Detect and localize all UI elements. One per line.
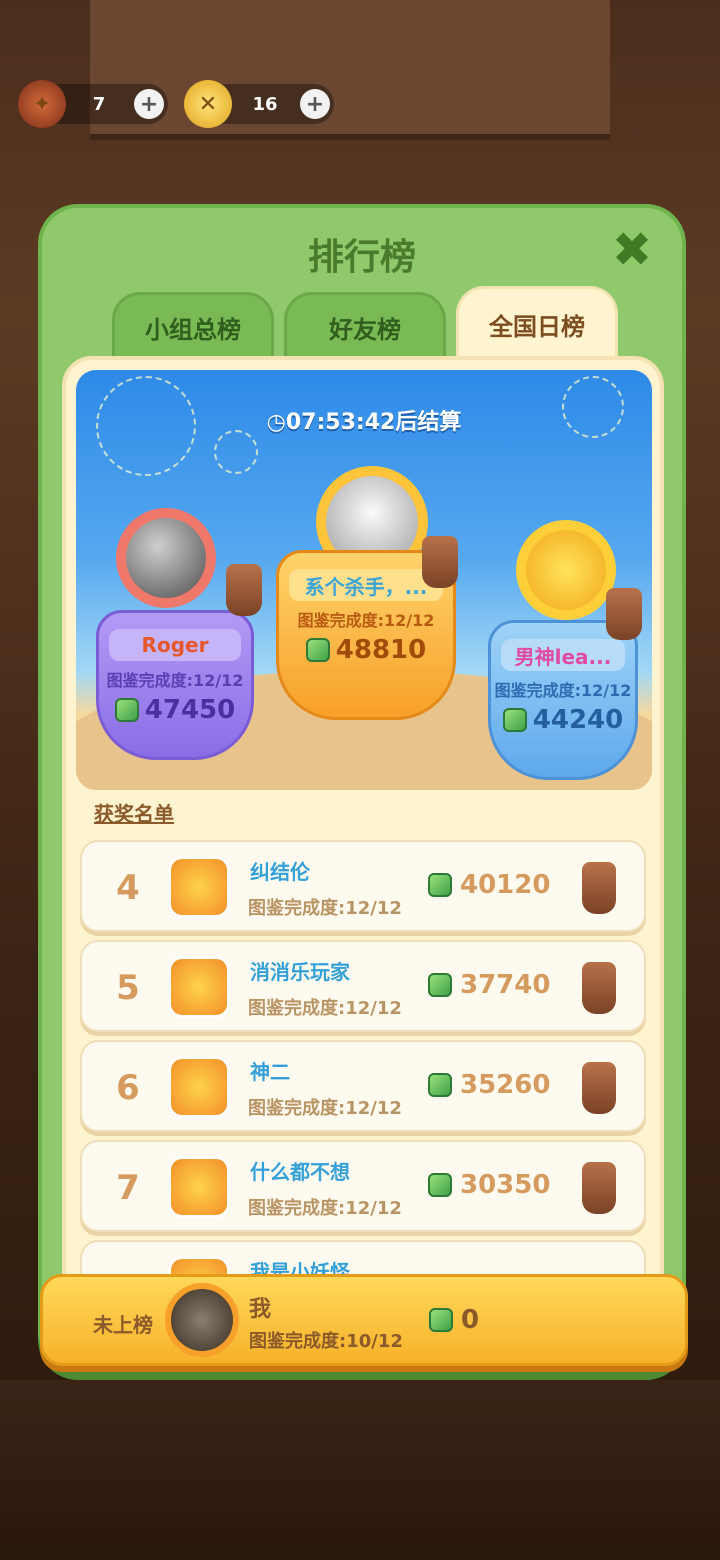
- player-score-row: 30350: [428, 1170, 550, 1200]
- coin-count: 16: [252, 93, 278, 115]
- my-score: 0: [461, 1305, 480, 1335]
- rank2-score: 47450: [144, 695, 236, 725]
- ranking-row[interactable]: 7 什么都不想 图鉴完成度:12/12 30350: [80, 1140, 646, 1232]
- my-rank-bar[interactable]: 未上榜 我 图鉴完成度:10/12 0: [40, 1274, 688, 1366]
- gem-icon: [305, 638, 330, 662]
- gem-icon: [428, 1173, 452, 1197]
- reward-badge-icon[interactable]: [606, 588, 642, 640]
- rank1-completion: 图鉴完成度:12/12: [297, 611, 435, 630]
- add-coin-button[interactable]: +: [300, 89, 330, 119]
- player-completion: 图鉴完成度:12/12: [248, 1198, 402, 1219]
- player-score: 30350: [460, 1170, 551, 1200]
- gem-icon: [429, 1308, 453, 1332]
- leaderboard-tabs: 小组总榜 好友榜 全国日榜: [112, 286, 618, 360]
- firecracker-count: 7: [92, 93, 106, 115]
- player-completion: 图鉴完成度:12/12: [248, 898, 402, 919]
- rank1-score: 48810: [335, 635, 427, 665]
- rank3-completion: 图鉴完成度:12/12: [494, 681, 632, 700]
- resource-bar: ✦ 7 + ✕ 16 +: [18, 80, 334, 128]
- countdown-timer: ◷07:53:42后结算: [266, 410, 462, 435]
- rank1-name: 系个杀手，...: [289, 569, 443, 601]
- my-completion: 图鉴完成度:10/12: [249, 1331, 403, 1352]
- reward-badge-icon[interactable]: [582, 962, 616, 1014]
- my-rank-label: 未上榜: [93, 1313, 153, 1337]
- my-name: 我: [249, 1297, 272, 1322]
- gem-icon: [428, 973, 452, 997]
- tab-friends[interactable]: 好友榜: [284, 292, 446, 360]
- ranking-row[interactable]: 4 纠结伦 图鉴完成度:12/12 40120: [80, 840, 646, 932]
- rank3-avatar[interactable]: [516, 520, 616, 620]
- player-name: 神二: [250, 1060, 290, 1084]
- gem-icon: [114, 698, 139, 722]
- rank2-avatar[interactable]: [116, 508, 216, 608]
- player-name: 纠结伦: [250, 860, 310, 884]
- rank-number: 6: [116, 1068, 140, 1108]
- player-name: 消消乐玩家: [250, 960, 350, 984]
- ranking-list: 4 纠结伦 图鉴完成度:12/12 40120 5 消消乐玩家 图鉴完成度:12…: [80, 840, 646, 1340]
- player-score: 35260: [460, 1070, 551, 1100]
- my-score-row: 0: [429, 1305, 479, 1335]
- gem-icon: [428, 1073, 452, 1097]
- leaderboard-modal: 排行榜 ✖ 小组总榜 好友榜 全国日榜 ◷07:53:42后结算 Roger 图…: [38, 204, 686, 1372]
- reward-badge-icon[interactable]: [582, 862, 616, 914]
- gem-icon: [428, 873, 452, 897]
- top-three-banner: ◷07:53:42后结算 Roger 图鉴完成度:12/12 47450 系个杀…: [76, 370, 652, 790]
- reward-badge-icon[interactable]: [582, 1162, 616, 1214]
- rank3-podium: 男神lea... 图鉴完成度:12/12 44240: [488, 620, 638, 780]
- player-completion: 图鉴完成度:12/12: [248, 998, 402, 1019]
- tab-national-daily[interactable]: 全国日榜: [456, 286, 618, 360]
- awards-list-link[interactable]: 获奖名单: [94, 798, 174, 827]
- my-avatar[interactable]: [165, 1283, 239, 1357]
- reward-badge-icon[interactable]: [422, 536, 458, 588]
- rank3-score-row: 44240: [491, 705, 635, 735]
- player-score: 37740: [460, 970, 551, 1000]
- rank-number: 5: [116, 968, 140, 1008]
- coin-icon: ✕: [184, 80, 232, 128]
- rank2-podium: Roger 图鉴完成度:12/12 47450: [96, 610, 254, 760]
- player-avatar[interactable]: [168, 956, 230, 1018]
- coin-resource: ✕ 16 +: [184, 80, 334, 128]
- rank3-name: 男神lea...: [501, 639, 625, 671]
- rank1-score-row: 48810: [279, 635, 453, 665]
- rank-number: 4: [116, 868, 140, 908]
- player-score-row: 40120: [428, 870, 550, 900]
- firecracker-icon: ✦: [18, 80, 66, 128]
- player-avatar[interactable]: [168, 1156, 230, 1218]
- player-score-row: 35260: [428, 1070, 550, 1100]
- rank2-completion: 图鉴完成度:12/12: [106, 671, 244, 690]
- player-score: 40120: [460, 870, 551, 900]
- background-floor: [0, 1380, 720, 1560]
- player-avatar[interactable]: [168, 856, 230, 918]
- ranking-row[interactable]: 6 神二 图鉴完成度:12/12 35260: [80, 1040, 646, 1132]
- gem-icon: [502, 708, 527, 732]
- rank3-score: 44240: [532, 705, 624, 735]
- player-completion: 图鉴完成度:12/12: [248, 1098, 402, 1119]
- player-avatar[interactable]: [168, 1056, 230, 1118]
- leaderboard-panel: ◷07:53:42后结算 Roger 图鉴完成度:12/12 47450 系个杀…: [62, 356, 664, 1358]
- reward-badge-icon[interactable]: [582, 1062, 616, 1114]
- rank2-name: Roger: [109, 629, 241, 661]
- reward-badge-icon[interactable]: [226, 564, 262, 616]
- countdown-text: 07:53:42后结算: [285, 410, 462, 435]
- player-score-row: 37740: [428, 970, 550, 1000]
- modal-title: 排行榜: [307, 237, 416, 278]
- rank-number: 7: [116, 1168, 140, 1208]
- add-firecracker-button[interactable]: +: [134, 89, 164, 119]
- close-icon[interactable]: ✖: [608, 226, 656, 276]
- player-name: 什么都不想: [250, 1160, 350, 1184]
- tab-group-total[interactable]: 小组总榜: [112, 292, 274, 360]
- ranking-row[interactable]: 5 消消乐玩家 图鉴完成度:12/12 37740: [80, 940, 646, 1032]
- firework-decoration: [214, 430, 258, 474]
- firecracker-resource: ✦ 7 +: [18, 80, 168, 128]
- rank2-score-row: 47450: [99, 695, 251, 725]
